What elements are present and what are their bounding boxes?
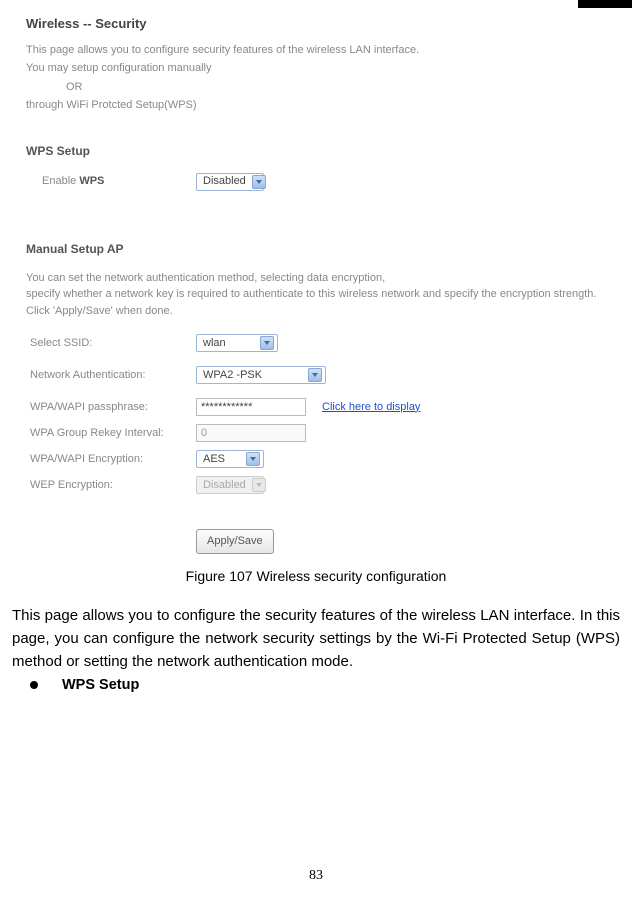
wep-encryption-label: WEP Encryption: [26,477,196,494]
wpa-encryption-label: WPA/WAPI Encryption: [26,451,196,468]
enable-wps-label: Enable WPS [26,173,196,190]
network-auth-select[interactable]: WPA2 -PSK [196,366,326,384]
chevron-down-icon [252,478,266,492]
enable-wps-select[interactable]: Disabled [196,173,264,191]
wep-encryption-select: Disabled [196,476,264,494]
display-passphrase-link[interactable]: Click here to display [322,399,420,416]
enable-wps-value: Disabled [203,173,246,190]
apply-save-button[interactable]: Apply/Save [196,529,274,554]
wpa-encryption-row: WPA/WAPI Encryption: AES [26,449,612,469]
manual-desc-2: specify whether a network key is require… [26,286,612,303]
select-ssid-row: Select SSID: wlan [26,333,612,353]
manual-setup-heading: Manual Setup AP [26,240,612,258]
passphrase-row: WPA/WAPI passphrase: Click here to displ… [26,397,612,417]
manual-desc-3: Click 'Apply/Save' when done. [26,303,612,320]
figure-caption: Figure 107 Wireless security configurati… [8,568,624,584]
select-ssid-label: Select SSID: [26,335,196,352]
network-auth-row: Network Authentication: WPA2 -PSK [26,365,612,385]
bullet-label: WPS Setup [62,677,139,693]
body-paragraph: This page allows you to configure the se… [8,604,624,674]
wps-setup-heading: WPS Setup [26,142,612,160]
intro-line-1: This page allows you to configure securi… [26,42,612,59]
page-number: 83 [0,868,632,884]
decorative-corner [578,0,632,8]
intro-line-2: You may setup configuration manually [26,60,612,77]
manual-description: You can set the network authentication m… [26,270,612,320]
select-ssid-value: wlan [203,335,226,352]
enable-wps-row: Enable WPS Disabled [26,172,612,192]
network-auth-value: WPA2 -PSK [203,367,262,384]
intro-or: OR [66,79,612,96]
rekey-input[interactable] [196,424,306,442]
bullet-icon [30,681,38,689]
wpa-encryption-select[interactable]: AES [196,450,264,468]
router-settings-screenshot: Wireless -- Security This page allows yo… [8,0,624,554]
passphrase-input[interactable] [196,398,306,416]
wep-encryption-value: Disabled [203,477,246,494]
rekey-label: WPA Group Rekey Interval: [26,425,196,442]
button-row: Apply/Save [196,529,612,554]
chevron-down-icon [260,336,274,350]
intro-line-3: through WiFi Protcted Setup(WPS) [26,97,612,114]
bullet-item: WPS Setup [8,677,624,693]
wep-encryption-row: WEP Encryption: Disabled [26,475,612,495]
chevron-down-icon [252,175,266,189]
chevron-down-icon [308,368,322,382]
manual-desc-1: You can set the network authentication m… [26,270,612,287]
wpa-encryption-value: AES [203,451,225,468]
passphrase-label: WPA/WAPI passphrase: [26,399,196,416]
page-title: Wireless -- Security [26,14,612,34]
network-auth-label: Network Authentication: [26,367,196,384]
select-ssid-select[interactable]: wlan [196,334,278,352]
rekey-row: WPA Group Rekey Interval: [26,423,612,443]
chevron-down-icon [246,452,260,466]
